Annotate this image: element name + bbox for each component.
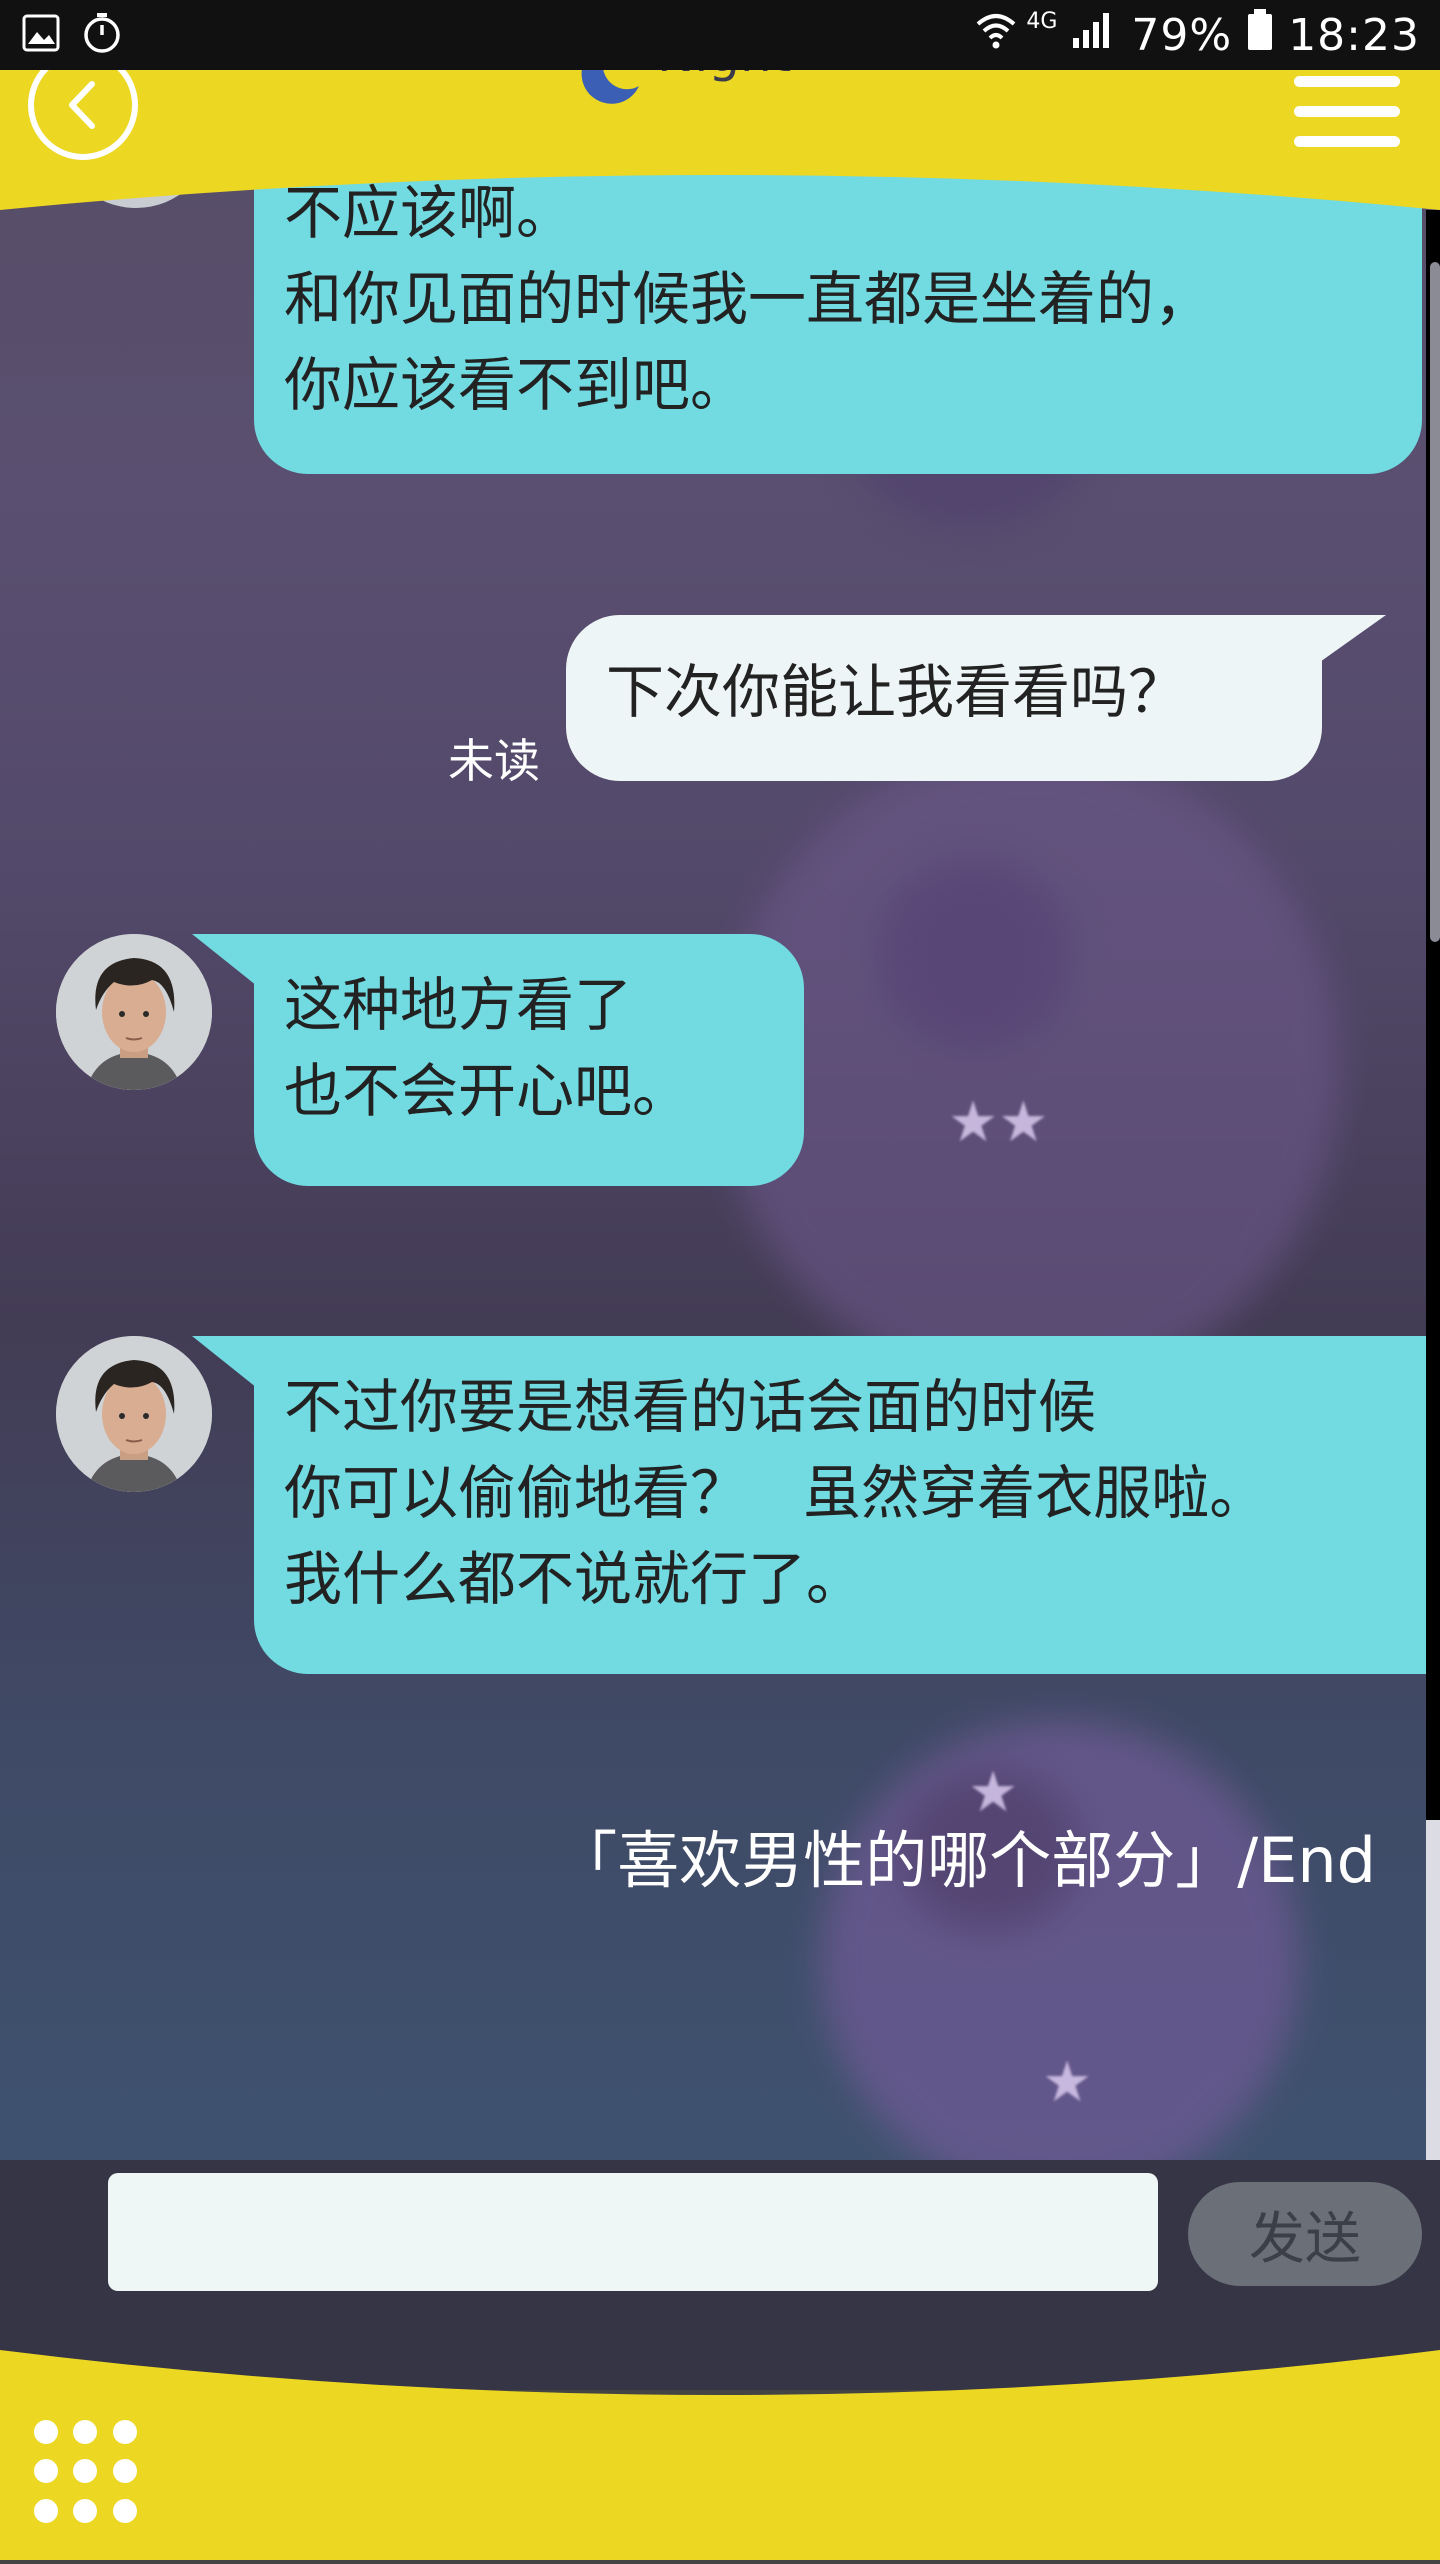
star-decoration: ★★ (948, 1090, 1049, 1155)
menu-button[interactable] (1294, 76, 1400, 166)
message-bubble-incoming: 这种地方看了 也不会开心吧。 (192, 934, 804, 1186)
bottom-bar (0, 2330, 1440, 2560)
wifi-icon (974, 10, 1018, 61)
message-line: 我什么都不说就行了。 (284, 1545, 865, 1613)
avatar[interactable] (56, 934, 212, 1090)
signal-icon (1071, 10, 1117, 61)
chevron-left-icon (69, 81, 95, 129)
avatar[interactable] (56, 1336, 212, 1492)
timer-icon (82, 12, 122, 58)
scrollbar[interactable] (1430, 262, 1440, 942)
message-bubble-incoming: 不过你要是想看的话会面的时候 你可以偷偷地看？ 虽然穿着衣服啦。 我什么都不说就… (192, 1336, 1426, 1674)
message-line: 下次你能让我看看吗？ (606, 658, 1187, 726)
chapter-end-label: 「喜欢男性的哪个部分」/End (555, 1824, 1376, 1897)
clock: 18:23 (1288, 9, 1420, 61)
message-line: 也不会开心吧。 (284, 1057, 691, 1125)
battery-percent: 79% (1131, 9, 1233, 61)
message-line: 你可以偷偷地看？ 虽然穿着衣服啦。 (284, 1459, 1268, 1527)
message-line: 这种地方看了 (284, 971, 633, 1039)
network-type: 4G (1026, 8, 1058, 34)
battery-icon (1246, 8, 1274, 63)
message-input[interactable] (108, 2173, 1158, 2291)
star-decoration: ★ (1042, 2050, 1093, 2115)
unread-status: 未读 (448, 734, 540, 788)
edge-strip (1426, 1820, 1440, 2160)
status-bar: 4G 79% 18:23 (0, 0, 1440, 70)
message-line: 不过你要是想看的话会面的时候 (284, 1373, 1097, 1441)
send-button[interactable]: 发送 (1188, 2182, 1422, 2286)
grid-menu-button[interactable] (34, 2420, 142, 2528)
message-line: 和你见面的时候我一直都是坐着的， (284, 265, 1213, 333)
gallery-icon (22, 14, 60, 56)
message-bubble-outgoing: 下次你能让我看看吗？ (566, 615, 1386, 781)
message-line: 你应该看不到吧。 (284, 351, 749, 419)
